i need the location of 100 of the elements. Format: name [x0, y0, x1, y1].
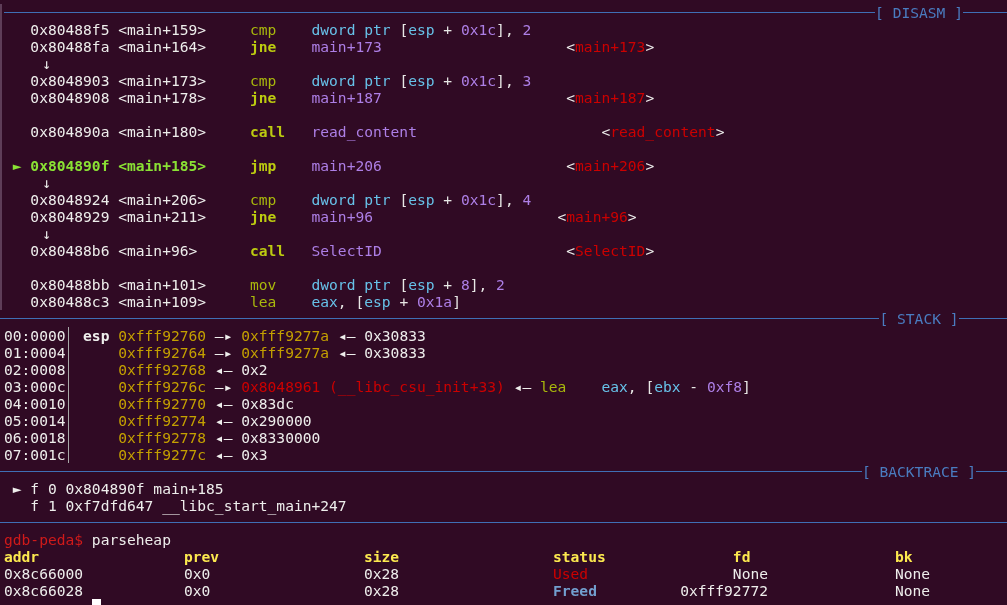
instruction-address: 0x80488bb [30, 276, 110, 293]
pointer-arrow: ◂— [513, 378, 532, 395]
stack-offset: 01:0004 [4, 344, 66, 361]
pointer-arrow: —▸ [214, 327, 233, 344]
instruction-address: 0x804890f [30, 157, 110, 174]
instruction-operands: dword ptr [esp + 0x1c], 3 [311, 72, 532, 89]
instruction-symbol: <main+101> [118, 276, 207, 293]
instruction-mnemonic: jne [250, 89, 277, 106]
stack-offset: 03:000c [4, 378, 66, 395]
table-cell: None [732, 565, 768, 582]
frame-index: f 0 [30, 480, 57, 497]
stack-address: 0xfff9276c [118, 378, 207, 395]
pointer-arrow: ◂— [337, 344, 356, 361]
instruction-symbol: <main+178> [118, 89, 207, 106]
stack-value: 0x3 [241, 446, 268, 463]
code-pointer: 0x8048961 (__libc_csu_init+33) [241, 378, 505, 395]
stack-address: 0xfff92778 [118, 429, 207, 446]
instruction-operands: dword ptr [esp + 0x1c], 2 [311, 21, 532, 38]
instruction-symbol: <main+173> [118, 72, 207, 89]
instruction-mnemonic: lea [539, 378, 567, 395]
frame-address: 0x804890f [65, 480, 145, 497]
stack-address: 0xfff9277c [118, 446, 207, 463]
instruction-symbol: <main+159> [118, 21, 207, 38]
stack-value: 0x30833 [364, 344, 426, 361]
stack-address: 0xfff9277a [241, 344, 330, 361]
jump-arrow: ↓ [42, 55, 51, 72]
instruction-operands: main+173 [311, 38, 382, 55]
stack-address: 0xfff9277a [241, 327, 330, 344]
branch-target-label: <main+206> [566, 157, 655, 174]
branch-target-label: <main+173> [566, 38, 655, 55]
stack-address: 0xfff92774 [118, 412, 207, 429]
branch-target-label: <SelectID> [566, 242, 655, 259]
stack-offset: 04:0010 [4, 395, 66, 412]
section-title: [ BACKTRACE ] [861, 463, 977, 480]
instruction-operands: main+187 [311, 89, 382, 106]
column-header: size [364, 548, 400, 565]
instruction-address: 0x80488b6 [30, 242, 110, 259]
instruction-address: 0x80488f5 [30, 21, 110, 38]
current-line-marker: ► [12, 157, 22, 174]
table-cell: 0x28 [364, 565, 400, 582]
column-header: addr [4, 548, 40, 565]
table-cell: 0x28 [364, 582, 400, 599]
frame-symbol: __libc_start_main+247 [162, 497, 347, 514]
stack-offset: 00:0000 [4, 327, 66, 344]
instruction-symbol: <main+96> [118, 242, 198, 259]
pointer-arrow: ◂— [214, 361, 233, 378]
register-name: esp [83, 327, 110, 344]
instruction-mnemonic: jne [250, 208, 277, 225]
column-header: status [553, 548, 606, 565]
instruction-mnemonic: cmp [250, 21, 277, 38]
stack-address: 0xfff92768 [118, 361, 207, 378]
stack-offset: 07:001c [4, 446, 66, 463]
jump-arrow: ↓ [42, 174, 51, 191]
instruction-mnemonic: call [250, 123, 286, 140]
stack-value: 0x290000 [241, 412, 312, 429]
instruction-address: 0x8048903 [30, 72, 110, 89]
stack-offset: 06:0018 [4, 429, 66, 446]
instruction-address: 0x804890a [30, 123, 110, 140]
stack-address: 0xfff92760 [118, 327, 207, 344]
instruction-symbol: <main+109> [118, 293, 207, 310]
section-title: [ STACK ] [879, 310, 959, 327]
pointer-arrow: ◂— [214, 412, 233, 429]
instruction-operands: SelectID [311, 242, 382, 259]
instruction-symbol: <main+211> [118, 208, 207, 225]
instruction-mnemonic: call [250, 242, 286, 259]
instruction-operands: main+206 [311, 157, 382, 174]
instruction-operands: read_content [311, 123, 417, 140]
instruction-address: 0x8048924 [30, 191, 110, 208]
instruction-mnemonic: lea [250, 293, 277, 310]
instruction-mnemonic: cmp [250, 191, 277, 208]
instruction-operands: dword ptr [esp + 8], 2 [311, 276, 505, 293]
instruction-operands: dword ptr [esp + 0x1c], 4 [311, 191, 532, 208]
table-cell: None [895, 582, 931, 599]
instruction-address: 0x80488fa [30, 38, 110, 55]
frame-symbol: main+185 [153, 480, 224, 497]
pointer-arrow: ◂— [337, 327, 356, 344]
instruction-symbol: <main+164> [118, 38, 207, 55]
command-text: parseheap [91, 531, 171, 548]
cursor-icon [91, 599, 101, 605]
instruction-mnemonic: mov [250, 276, 277, 293]
column-header: fd [732, 548, 751, 565]
pointer-arrow: —▸ [214, 344, 233, 361]
instruction-mnemonic: cmp [250, 72, 277, 89]
frame-address: 0xf7dfd647 [65, 497, 154, 514]
pointer-arrow: —▸ [214, 378, 233, 395]
instruction-symbol: <main+185> [118, 157, 207, 174]
table-cell: 0x8c66028 [4, 582, 84, 599]
status-label: Used [553, 565, 589, 582]
shell-prompt: gdb-peda$ [4, 531, 84, 548]
stack-offset: 05:0014 [4, 412, 66, 429]
stack-value: 0x30833 [364, 327, 426, 344]
section-title: [ DISASM ] [875, 4, 963, 21]
table-cell: None [895, 565, 931, 582]
pointer-arrow: ◂— [214, 446, 233, 463]
branch-target-label: <main+187> [566, 89, 655, 106]
pointer-arrow: ◂— [214, 395, 233, 412]
jump-arrow: ↓ [42, 225, 51, 242]
column-header: bk [895, 548, 913, 565]
table-cell: 0x8c66000 [4, 565, 84, 582]
instruction-operands: main+96 [311, 208, 373, 225]
